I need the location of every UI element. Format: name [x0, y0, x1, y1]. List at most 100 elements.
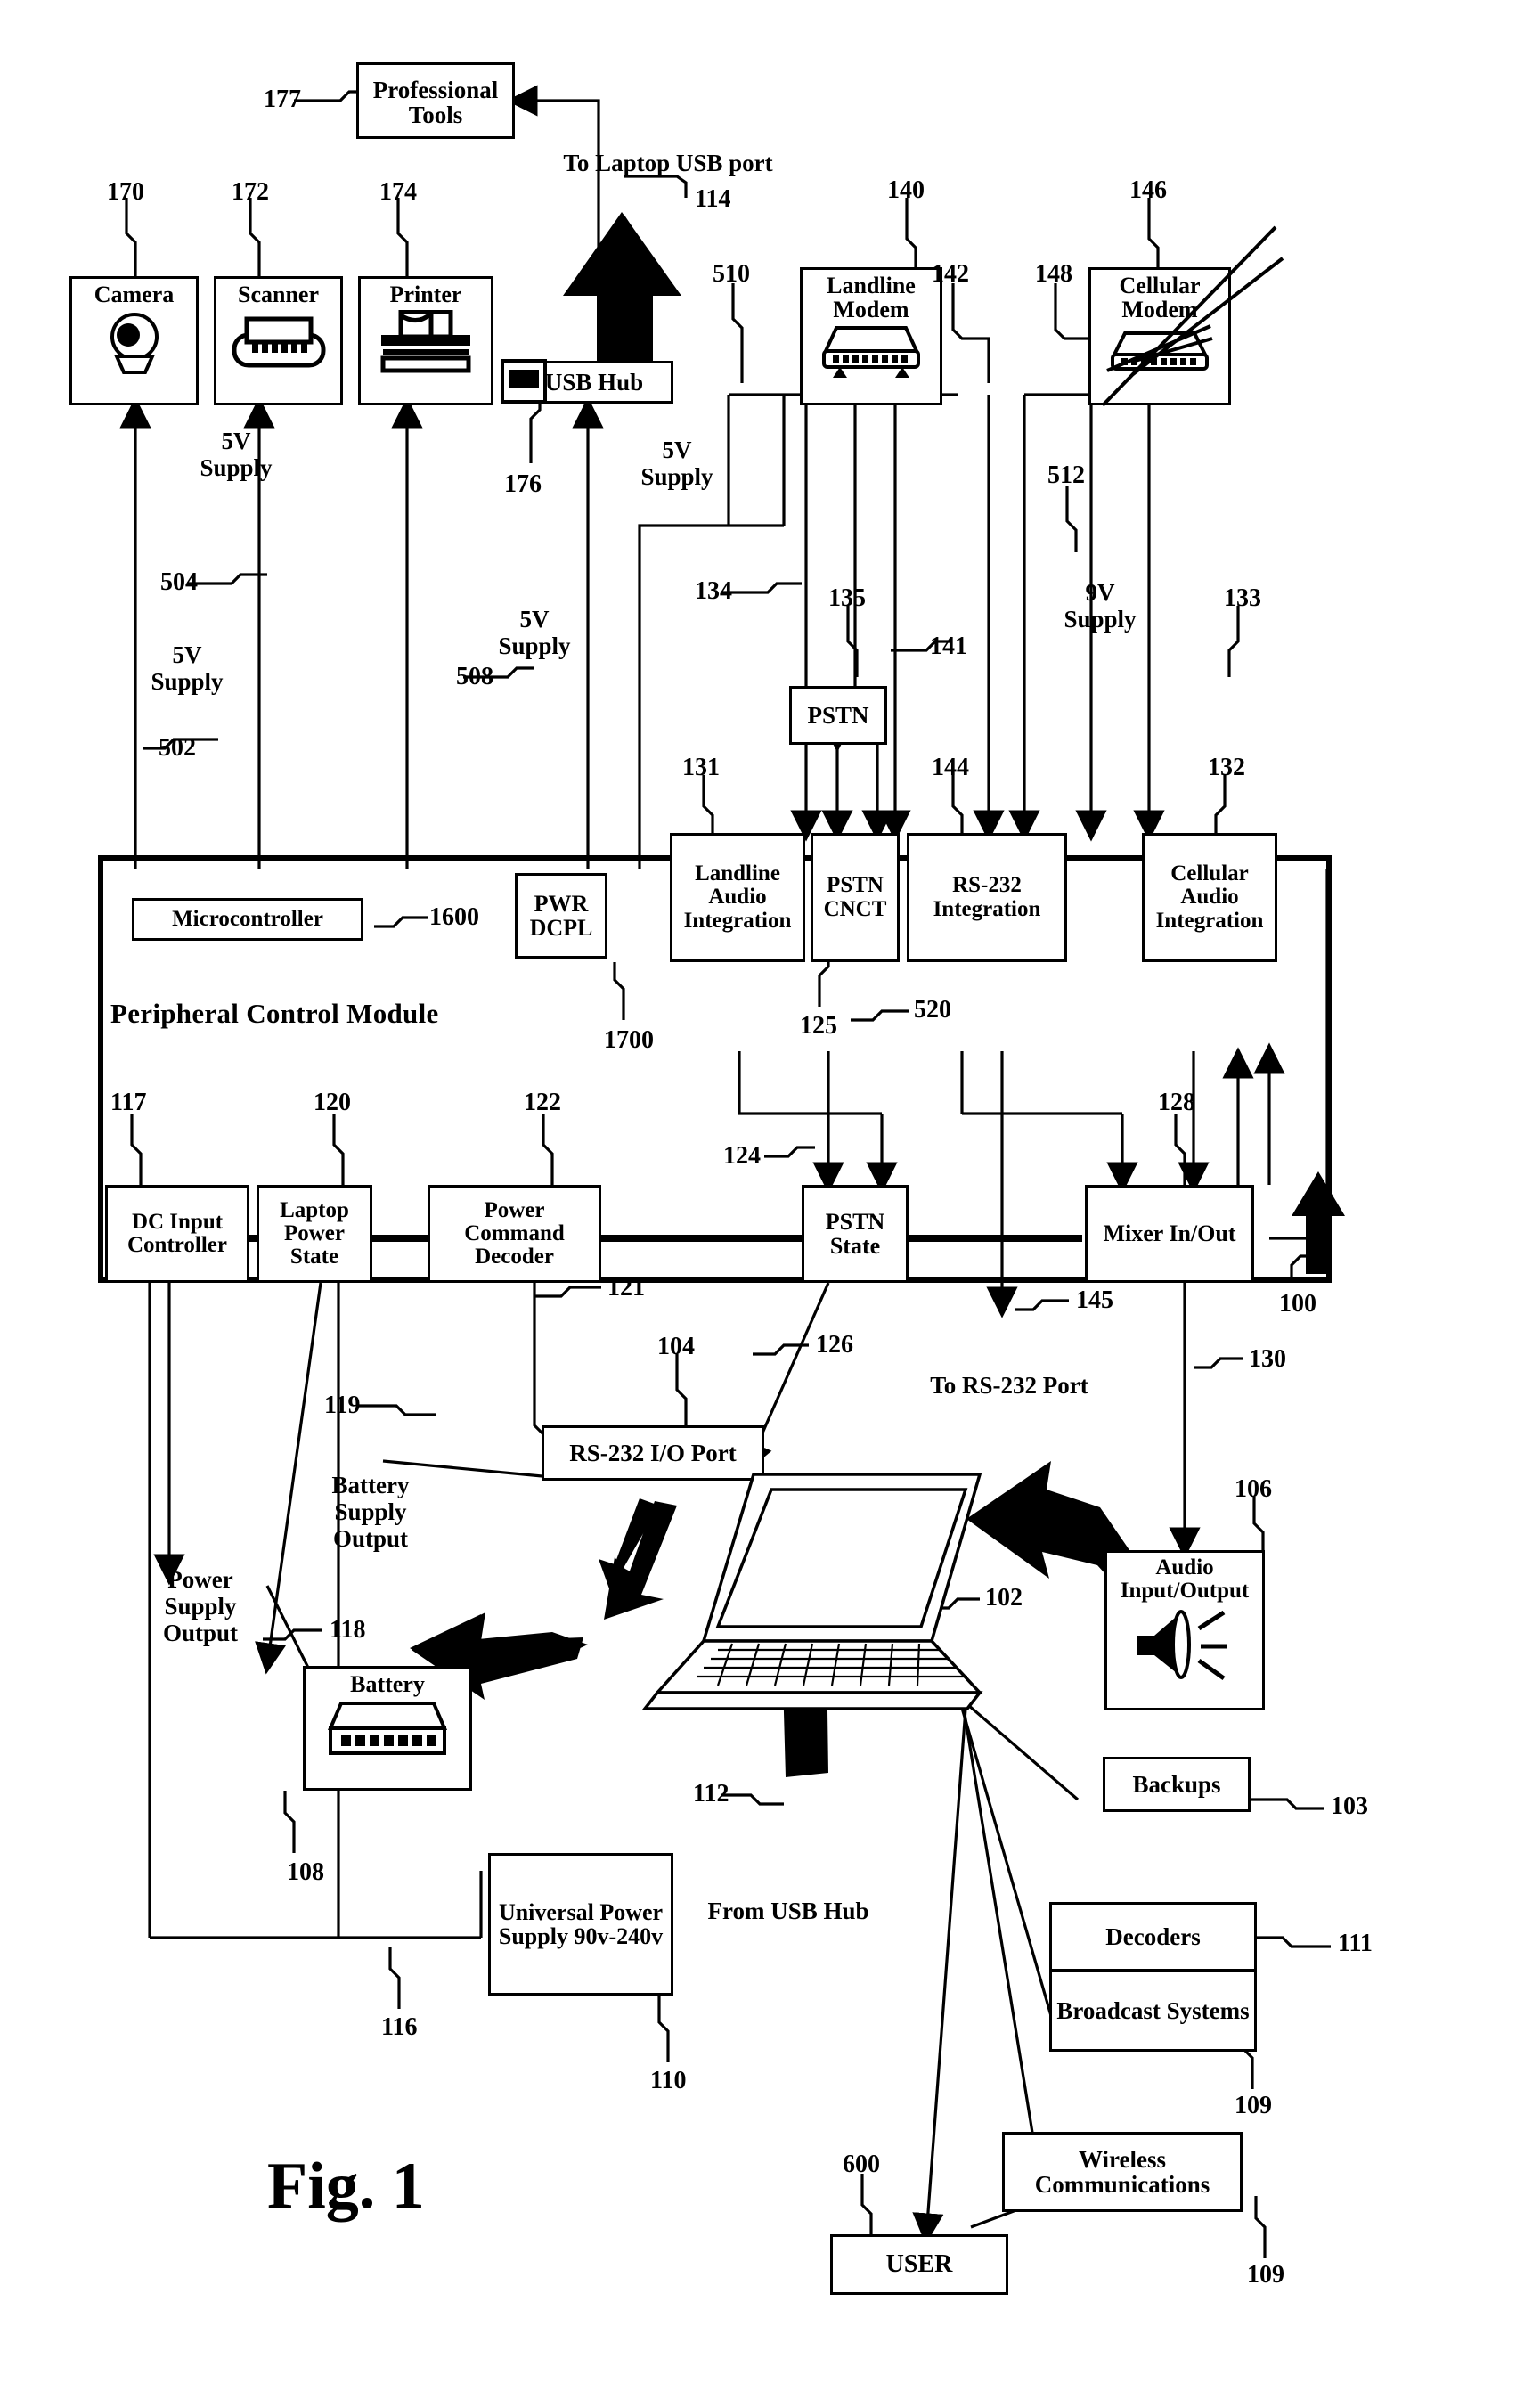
box-universal-power-supply[interactable]: Universal Power Supply 90v-240v — [488, 1853, 673, 1996]
text-from-usb-hub: From USB Hub — [707, 1898, 869, 1924]
box-rs232-io-port[interactable]: RS-232 I/O Port — [542, 1425, 764, 1481]
box-cellular-modem-label: Cellular Modem — [1119, 273, 1201, 323]
box-battery[interactable]: Battery — [303, 1666, 472, 1791]
ref-131: 131 — [682, 754, 720, 781]
box-pwr-dcpl-label: PWR DCPL — [529, 890, 593, 941]
box-pstn-label: PSTN — [807, 701, 869, 729]
scanner-icon — [232, 316, 325, 368]
ref-177: 177 — [264, 86, 301, 113]
box-microcontroller[interactable]: Microcontroller — [132, 898, 363, 941]
ref-111: 111 — [1338, 1930, 1373, 1957]
box-pwr-dcpl[interactable]: PWR DCPL — [515, 873, 607, 959]
camera-icon — [110, 313, 159, 375]
ref-504: 504 — [160, 568, 198, 596]
box-professional-tools-label: Professional Tools — [372, 76, 499, 128]
text-to-rs232-port: To RS-232 Port — [930, 1372, 1088, 1399]
box-audio-input-output[interactable]: Audio Input/Output — [1104, 1550, 1265, 1710]
ref-140: 140 — [887, 176, 925, 204]
ref-141: 141 — [930, 633, 967, 660]
ref-109-top: 109 — [1235, 2092, 1272, 2119]
box-battery-label: Battery — [350, 1671, 425, 1697]
text-5v-supply-502: 5V Supply — [151, 641, 224, 696]
text-to-laptop-usb-port: To Laptop USB port — [563, 150, 773, 176]
box-landline-modem[interactable]: Landline Modem — [800, 267, 942, 405]
box-user-label: USER — [885, 2250, 953, 2279]
box-universal-power-supply-label: Universal Power Supply 90v-240v — [498, 1898, 664, 1949]
box-printer[interactable]: Printer — [358, 276, 493, 405]
ref-102: 102 — [985, 1584, 1023, 1612]
battery-icon — [327, 1702, 448, 1756]
ref-512: 512 — [1047, 461, 1085, 489]
box-backups[interactable]: Backups — [1103, 1757, 1251, 1812]
ref-502: 502 — [159, 734, 196, 762]
box-backups-label: Backups — [1132, 1770, 1221, 1798]
patent-figure-page: Professional Tools Camera Scanner Printe… — [0, 0, 1516, 2408]
box-decoders[interactable]: Decoders — [1049, 1902, 1257, 1971]
ref-134: 134 — [695, 577, 732, 605]
box-broadcast-systems[interactable]: Broadcast Systems — [1049, 1970, 1257, 2052]
box-pstn-cnct-label: PSTN CNCT — [823, 873, 887, 921]
box-pstn[interactable]: PSTN — [789, 686, 887, 745]
box-landline-audio-integration[interactable]: Landline Audio Integration — [670, 833, 805, 962]
text-5v-supply-510: 5V Supply — [640, 437, 713, 491]
ref-112: 112 — [693, 1780, 729, 1808]
box-laptop-power-state[interactable]: Laptop Power State — [257, 1185, 372, 1283]
ref-110: 110 — [650, 2067, 687, 2094]
box-wireless-communications[interactable]: Wireless Communications — [1002, 2132, 1243, 2212]
box-cellular-audio-integration[interactable]: Cellular Audio Integration — [1142, 833, 1277, 962]
box-camera-label: Camera — [94, 282, 175, 307]
box-mixer-in-out-label: Mixer In/Out — [1103, 1220, 1236, 1247]
box-camera[interactable]: Camera — [69, 276, 199, 405]
ref-119: 119 — [324, 1392, 361, 1419]
box-dc-input-controller-label: DC Input Controller — [126, 1209, 227, 1257]
ref-148: 148 — [1035, 260, 1072, 288]
box-pstn-state[interactable]: PSTN State — [802, 1185, 909, 1283]
ref-108: 108 — [287, 1858, 324, 1886]
box-rs232-integration-label: RS-232 Integration — [933, 873, 1041, 921]
text-power-supply-output: Power Supply Output — [162, 1566, 239, 1647]
box-dc-input-controller[interactable]: DC Input Controller — [105, 1185, 249, 1283]
ref-172: 172 — [232, 178, 269, 206]
box-audio-input-output-label: Audio Input/Output — [1120, 1555, 1250, 1604]
box-scanner-label: Scanner — [238, 282, 319, 307]
speaker-icon — [1137, 1609, 1227, 1680]
ref-128: 128 — [1158, 1089, 1195, 1116]
box-rs232-integration[interactable]: RS-232 Integration — [907, 833, 1067, 962]
box-pstn-cnct[interactable]: PSTN CNCT — [811, 833, 900, 962]
ref-100: 100 — [1279, 1290, 1316, 1318]
ref-116: 116 — [381, 2013, 418, 2041]
box-mixer-in-out[interactable]: Mixer In/Out — [1085, 1185, 1254, 1283]
ref-126: 126 — [816, 1331, 853, 1359]
text-5v-supply-504: 5V Supply — [200, 428, 273, 482]
ref-121: 121 — [607, 1274, 645, 1302]
ref-1600: 1600 — [429, 903, 479, 931]
box-professional-tools[interactable]: Professional Tools — [356, 62, 515, 139]
ref-510: 510 — [713, 260, 750, 288]
modem-icon — [822, 325, 920, 378]
ref-132: 132 — [1208, 754, 1245, 781]
pcm-title: Peripheral Control Module — [110, 998, 439, 1029]
ref-135: 135 — [828, 584, 866, 612]
ref-170: 170 — [107, 178, 144, 206]
ref-1700: 1700 — [604, 1026, 654, 1054]
ref-124: 124 — [723, 1142, 761, 1170]
box-laptop-power-state-label: Laptop Power State — [280, 1197, 349, 1269]
box-power-command-decoder-label: Power Command Decoder — [464, 1197, 565, 1269]
box-cellular-audio-integration-label: Cellular Audio Integration — [1155, 861, 1264, 933]
ref-118: 118 — [330, 1616, 366, 1644]
ref-520: 520 — [914, 996, 951, 1024]
box-microcontroller-label: Microcontroller — [172, 906, 323, 931]
ref-104: 104 — [657, 1333, 695, 1360]
cellular-modem-icon — [1106, 323, 1213, 372]
text-battery-supply-output: Battery Supply Output — [331, 1472, 410, 1553]
box-user[interactable]: USER — [830, 2234, 1008, 2295]
box-cellular-modem[interactable]: Cellular Modem — [1088, 267, 1231, 405]
box-power-command-decoder[interactable]: Power Command Decoder — [428, 1185, 601, 1283]
text-5v-supply-508: 5V Supply — [498, 606, 571, 660]
box-scanner[interactable]: Scanner — [214, 276, 343, 405]
ref-103: 103 — [1331, 1792, 1368, 1820]
box-decoders-label: Decoders — [1105, 1922, 1201, 1950]
ref-109-bottom: 109 — [1247, 2261, 1284, 2289]
ref-144: 144 — [932, 754, 969, 781]
box-printer-label: Printer — [389, 282, 462, 307]
